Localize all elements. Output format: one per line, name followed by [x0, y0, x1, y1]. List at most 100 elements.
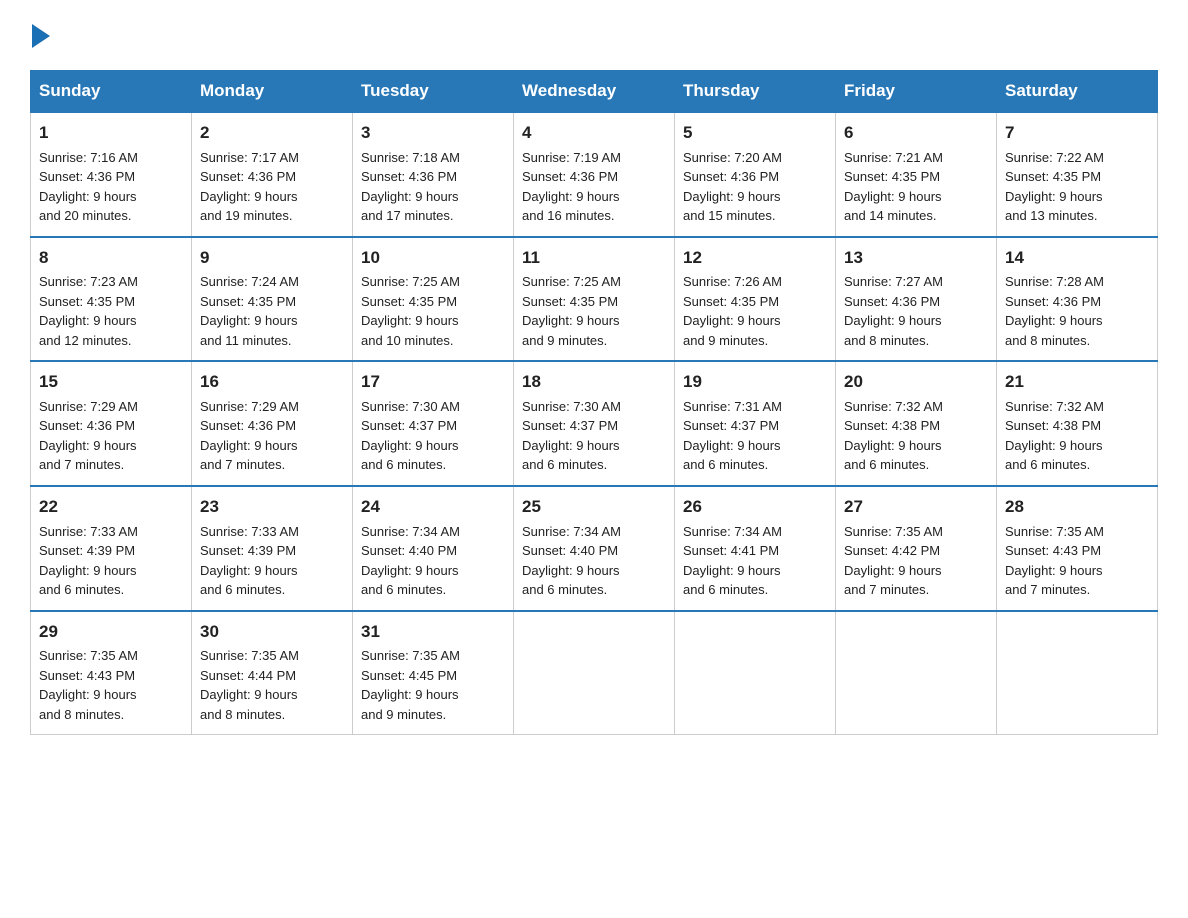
logo	[30, 20, 56, 52]
day-info: Sunrise: 7:18 AMSunset: 4:36 PMDaylight:…	[361, 148, 505, 226]
day-cell: 30Sunrise: 7:35 AMSunset: 4:44 PMDayligh…	[192, 611, 353, 735]
day-cell: 16Sunrise: 7:29 AMSunset: 4:36 PMDayligh…	[192, 361, 353, 486]
day-cell: 27Sunrise: 7:35 AMSunset: 4:42 PMDayligh…	[836, 486, 997, 611]
day-number: 21	[1005, 370, 1149, 395]
day-number: 7	[1005, 121, 1149, 146]
day-info: Sunrise: 7:29 AMSunset: 4:36 PMDaylight:…	[200, 397, 344, 475]
day-number: 23	[200, 495, 344, 520]
day-number: 8	[39, 246, 183, 271]
day-info: Sunrise: 7:28 AMSunset: 4:36 PMDaylight:…	[1005, 272, 1149, 350]
day-cell: 1Sunrise: 7:16 AMSunset: 4:36 PMDaylight…	[31, 112, 192, 237]
day-info: Sunrise: 7:19 AMSunset: 4:36 PMDaylight:…	[522, 148, 666, 226]
day-info: Sunrise: 7:34 AMSunset: 4:41 PMDaylight:…	[683, 522, 827, 600]
day-number: 11	[522, 246, 666, 271]
day-number: 6	[844, 121, 988, 146]
weekday-header-sunday: Sunday	[31, 71, 192, 113]
day-cell: 28Sunrise: 7:35 AMSunset: 4:43 PMDayligh…	[997, 486, 1158, 611]
day-number: 4	[522, 121, 666, 146]
weekday-header-saturday: Saturday	[997, 71, 1158, 113]
day-info: Sunrise: 7:26 AMSunset: 4:35 PMDaylight:…	[683, 272, 827, 350]
day-info: Sunrise: 7:24 AMSunset: 4:35 PMDaylight:…	[200, 272, 344, 350]
day-number: 27	[844, 495, 988, 520]
day-info: Sunrise: 7:33 AMSunset: 4:39 PMDaylight:…	[200, 522, 344, 600]
day-number: 16	[200, 370, 344, 395]
day-cell: 25Sunrise: 7:34 AMSunset: 4:40 PMDayligh…	[514, 486, 675, 611]
weekday-header-friday: Friday	[836, 71, 997, 113]
day-info: Sunrise: 7:34 AMSunset: 4:40 PMDaylight:…	[361, 522, 505, 600]
day-cell: 13Sunrise: 7:27 AMSunset: 4:36 PMDayligh…	[836, 237, 997, 362]
logo-arrow-icon	[32, 20, 54, 52]
day-cell	[675, 611, 836, 735]
week-row-3: 15Sunrise: 7:29 AMSunset: 4:36 PMDayligh…	[31, 361, 1158, 486]
day-number: 9	[200, 246, 344, 271]
day-info: Sunrise: 7:21 AMSunset: 4:35 PMDaylight:…	[844, 148, 988, 226]
day-info: Sunrise: 7:25 AMSunset: 4:35 PMDaylight:…	[361, 272, 505, 350]
weekday-header-thursday: Thursday	[675, 71, 836, 113]
day-number: 30	[200, 620, 344, 645]
week-row-1: 1Sunrise: 7:16 AMSunset: 4:36 PMDaylight…	[31, 112, 1158, 237]
day-cell: 2Sunrise: 7:17 AMSunset: 4:36 PMDaylight…	[192, 112, 353, 237]
day-cell: 11Sunrise: 7:25 AMSunset: 4:35 PMDayligh…	[514, 237, 675, 362]
day-cell: 8Sunrise: 7:23 AMSunset: 4:35 PMDaylight…	[31, 237, 192, 362]
day-cell: 7Sunrise: 7:22 AMSunset: 4:35 PMDaylight…	[997, 112, 1158, 237]
day-cell: 14Sunrise: 7:28 AMSunset: 4:36 PMDayligh…	[997, 237, 1158, 362]
day-number: 22	[39, 495, 183, 520]
day-info: Sunrise: 7:33 AMSunset: 4:39 PMDaylight:…	[39, 522, 183, 600]
day-info: Sunrise: 7:31 AMSunset: 4:37 PMDaylight:…	[683, 397, 827, 475]
day-info: Sunrise: 7:23 AMSunset: 4:35 PMDaylight:…	[39, 272, 183, 350]
day-cell: 9Sunrise: 7:24 AMSunset: 4:35 PMDaylight…	[192, 237, 353, 362]
week-row-4: 22Sunrise: 7:33 AMSunset: 4:39 PMDayligh…	[31, 486, 1158, 611]
day-number: 18	[522, 370, 666, 395]
day-cell: 3Sunrise: 7:18 AMSunset: 4:36 PMDaylight…	[353, 112, 514, 237]
page-header	[30, 20, 1158, 52]
day-number: 20	[844, 370, 988, 395]
day-info: Sunrise: 7:35 AMSunset: 4:43 PMDaylight:…	[1005, 522, 1149, 600]
day-cell: 20Sunrise: 7:32 AMSunset: 4:38 PMDayligh…	[836, 361, 997, 486]
day-info: Sunrise: 7:16 AMSunset: 4:36 PMDaylight:…	[39, 148, 183, 226]
day-cell	[836, 611, 997, 735]
day-cell: 21Sunrise: 7:32 AMSunset: 4:38 PMDayligh…	[997, 361, 1158, 486]
day-number: 17	[361, 370, 505, 395]
day-number: 2	[200, 121, 344, 146]
day-cell: 5Sunrise: 7:20 AMSunset: 4:36 PMDaylight…	[675, 112, 836, 237]
day-cell: 24Sunrise: 7:34 AMSunset: 4:40 PMDayligh…	[353, 486, 514, 611]
day-info: Sunrise: 7:30 AMSunset: 4:37 PMDaylight:…	[361, 397, 505, 475]
day-info: Sunrise: 7:32 AMSunset: 4:38 PMDaylight:…	[844, 397, 988, 475]
day-info: Sunrise: 7:35 AMSunset: 4:42 PMDaylight:…	[844, 522, 988, 600]
day-cell	[514, 611, 675, 735]
day-cell: 31Sunrise: 7:35 AMSunset: 4:45 PMDayligh…	[353, 611, 514, 735]
day-cell: 19Sunrise: 7:31 AMSunset: 4:37 PMDayligh…	[675, 361, 836, 486]
day-number: 26	[683, 495, 827, 520]
day-number: 5	[683, 121, 827, 146]
day-info: Sunrise: 7:22 AMSunset: 4:35 PMDaylight:…	[1005, 148, 1149, 226]
day-cell: 23Sunrise: 7:33 AMSunset: 4:39 PMDayligh…	[192, 486, 353, 611]
day-info: Sunrise: 7:17 AMSunset: 4:36 PMDaylight:…	[200, 148, 344, 226]
day-cell: 29Sunrise: 7:35 AMSunset: 4:43 PMDayligh…	[31, 611, 192, 735]
day-number: 14	[1005, 246, 1149, 271]
weekday-header-row: SundayMondayTuesdayWednesdayThursdayFrid…	[31, 71, 1158, 113]
day-cell: 17Sunrise: 7:30 AMSunset: 4:37 PMDayligh…	[353, 361, 514, 486]
day-info: Sunrise: 7:35 AMSunset: 4:45 PMDaylight:…	[361, 646, 505, 724]
day-info: Sunrise: 7:25 AMSunset: 4:35 PMDaylight:…	[522, 272, 666, 350]
weekday-header-wednesday: Wednesday	[514, 71, 675, 113]
day-cell: 26Sunrise: 7:34 AMSunset: 4:41 PMDayligh…	[675, 486, 836, 611]
day-info: Sunrise: 7:29 AMSunset: 4:36 PMDaylight:…	[39, 397, 183, 475]
day-info: Sunrise: 7:30 AMSunset: 4:37 PMDaylight:…	[522, 397, 666, 475]
day-number: 12	[683, 246, 827, 271]
day-number: 3	[361, 121, 505, 146]
day-cell: 10Sunrise: 7:25 AMSunset: 4:35 PMDayligh…	[353, 237, 514, 362]
day-number: 10	[361, 246, 505, 271]
weekday-header-tuesday: Tuesday	[353, 71, 514, 113]
day-number: 29	[39, 620, 183, 645]
day-number: 31	[361, 620, 505, 645]
day-info: Sunrise: 7:27 AMSunset: 4:36 PMDaylight:…	[844, 272, 988, 350]
day-number: 13	[844, 246, 988, 271]
day-info: Sunrise: 7:32 AMSunset: 4:38 PMDaylight:…	[1005, 397, 1149, 475]
week-row-2: 8Sunrise: 7:23 AMSunset: 4:35 PMDaylight…	[31, 237, 1158, 362]
day-cell	[997, 611, 1158, 735]
calendar-table: SundayMondayTuesdayWednesdayThursdayFrid…	[30, 70, 1158, 735]
day-cell: 6Sunrise: 7:21 AMSunset: 4:35 PMDaylight…	[836, 112, 997, 237]
day-cell: 18Sunrise: 7:30 AMSunset: 4:37 PMDayligh…	[514, 361, 675, 486]
day-cell: 4Sunrise: 7:19 AMSunset: 4:36 PMDaylight…	[514, 112, 675, 237]
day-info: Sunrise: 7:34 AMSunset: 4:40 PMDaylight:…	[522, 522, 666, 600]
